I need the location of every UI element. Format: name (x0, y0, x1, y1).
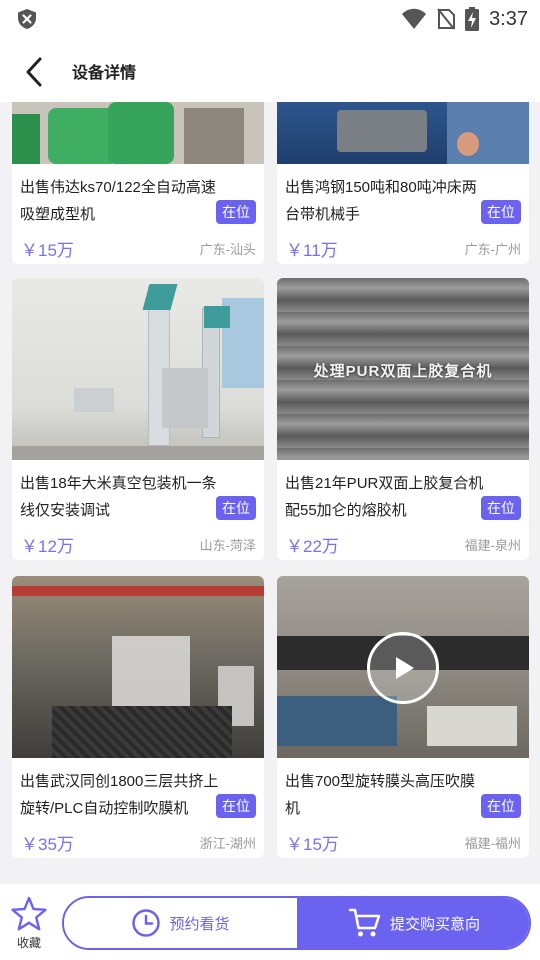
product-price: ￥15万 (21, 241, 74, 260)
product-image (12, 576, 264, 758)
appointment-button[interactable]: 预约看货 (64, 898, 297, 948)
submit-purchase-intent-button[interactable]: 提交购买意向 (297, 898, 529, 948)
product-image (277, 576, 529, 758)
favorite-button[interactable]: 收藏 (8, 896, 50, 952)
star-icon (11, 896, 47, 931)
chevron-left-icon (26, 57, 42, 87)
product-card[interactable]: 出售武汉同创1800三层共挤上旋转/PLC自动控制吹膜机 在位 ￥35万 浙江-… (12, 576, 264, 858)
product-image (12, 102, 264, 164)
clock-icon (132, 909, 161, 937)
product-location: 山东-菏泽 (199, 538, 256, 553)
play-icon (396, 657, 414, 679)
product-title: 出售18年大米真空包装机一条线仅安装调试 (20, 475, 217, 519)
status-badge: 在位 (216, 496, 256, 520)
product-card[interactable]: 出售700型旋转膜头高压吹膜机 在位 ￥15万 福建-福州 (277, 576, 529, 858)
product-location: 福建-泉州 (464, 538, 521, 553)
product-title: 出售21年PUR双面上胶复合机配55加仑的熔胶机 (285, 475, 484, 519)
product-image (277, 102, 529, 164)
wifi-icon (402, 8, 427, 29)
product-title: 出售700型旋转膜头高压吹膜机 (285, 773, 476, 817)
video-play-button[interactable] (367, 632, 439, 704)
product-title: 出售伟达ks70/122全自动高速吸塑成型机 (20, 179, 216, 223)
status-badge: 在位 (481, 200, 521, 224)
product-location: 浙江-湖州 (199, 836, 256, 851)
appointment-label: 预约看货 (169, 915, 230, 933)
product-card[interactable]: 出售伟达ks70/122全自动高速吸塑成型机 在位 ￥15万 广东-汕头 (12, 102, 264, 264)
product-price: ￥12万 (21, 537, 74, 556)
product-location: 广东-广州 (464, 242, 521, 257)
image-caption: 处理PUR双面上胶复合机 (313, 363, 493, 380)
product-grid[interactable]: 出售伟达ks70/122全自动高速吸塑成型机 在位 ￥15万 广东-汕头 出售鸿… (0, 102, 540, 884)
product-location: 福建-福州 (464, 836, 521, 851)
battery-charging-icon (465, 7, 480, 31)
favorite-label: 收藏 (16, 936, 41, 950)
product-image: 处理PUR双面上胶复合机 (277, 278, 529, 460)
product-price: ￥15万 (286, 835, 339, 854)
product-price: ￥11万 (286, 241, 338, 260)
status-badge: 在位 (216, 794, 256, 818)
status-badge: 在位 (481, 496, 521, 520)
product-price: ￥22万 (286, 537, 339, 556)
status-badge: 在位 (216, 200, 256, 224)
action-button-group: 预约看货 提交购买意向 (62, 896, 531, 950)
cart-icon (348, 908, 381, 937)
product-price: ￥35万 (21, 835, 74, 854)
product-card[interactable]: 出售鸿钢150吨和80吨冲床两台带机械手 在位 ￥11万 广东-广州 (277, 102, 529, 264)
submit-label: 提交购买意向 (389, 915, 480, 933)
product-location: 广东-汕头 (199, 242, 256, 257)
product-title: 出售武汉同创1800三层共挤上旋转/PLC自动控制吹膜机 (20, 773, 219, 817)
shield-icon (18, 9, 36, 29)
header: 设备详情 (0, 40, 540, 102)
status-badge: 在位 (481, 794, 521, 818)
product-card[interactable]: 处理PUR双面上胶复合机 出售21年PUR双面上胶复合机配55加仑的熔胶机 在位… (277, 278, 529, 560)
bottom-action-bar: 收藏 预约看货 提交购买意向 (0, 884, 540, 960)
no-sim-icon (437, 8, 456, 30)
page-title: 设备详情 (72, 65, 137, 82)
status-time: 3:37 (489, 7, 528, 30)
back-button[interactable] (14, 52, 54, 92)
product-card[interactable]: 出售18年大米真空包装机一条线仅安装调试 在位 ￥12万 山东-菏泽 (12, 278, 264, 560)
product-title: 出售鸿钢150吨和80吨冲床两台带机械手 (285, 179, 477, 223)
status-bar: 3:37 (0, 0, 540, 40)
product-image (12, 278, 264, 460)
